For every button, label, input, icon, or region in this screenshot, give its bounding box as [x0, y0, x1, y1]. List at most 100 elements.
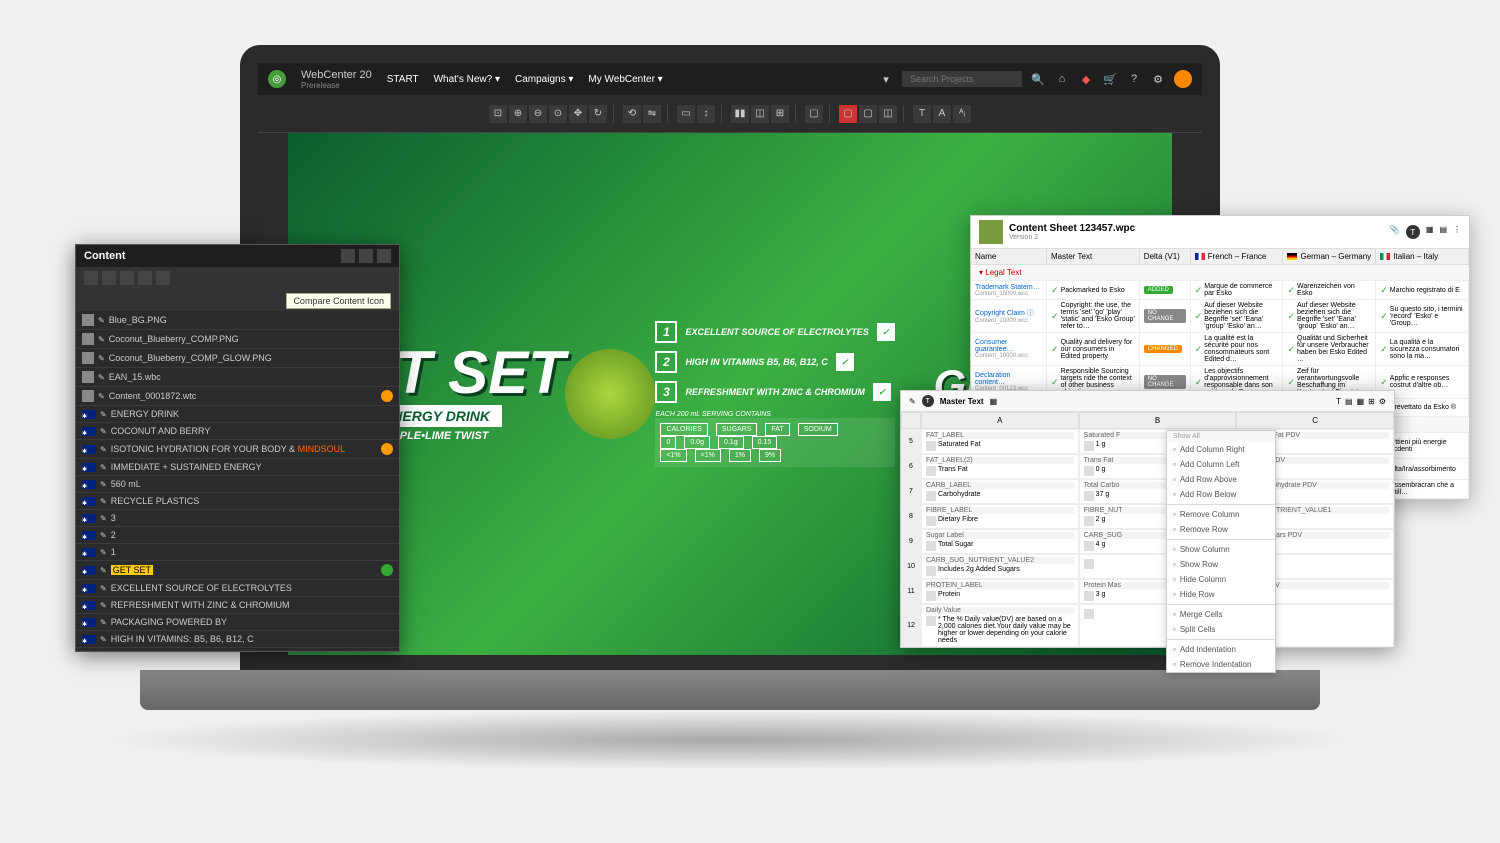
ctx-show-row[interactable]: ▫Show Row [1167, 557, 1275, 572]
edit-icon[interactable] [926, 541, 936, 551]
section-legal[interactable]: ▾ Legal Text [971, 265, 1469, 281]
sheet-row[interactable]: Consumer guarantee…Content_10000.wcc ✓Qu… [971, 333, 1469, 366]
ctx-merge-cells[interactable]: ▫Merge Cells [1167, 607, 1275, 622]
content-row[interactable]: ✱✎2 [76, 527, 399, 544]
zoom-out-icon[interactable]: ⊖ [529, 105, 547, 123]
cell[interactable]: CARB_LABELCarbohydrate [921, 479, 1079, 504]
ctx-remove-column[interactable]: ▫Remove Column [1167, 507, 1275, 522]
filter-icon[interactable] [359, 249, 373, 263]
content-row[interactable]: ✱✎PACKAGING POWERED BY [76, 614, 399, 631]
save-icon[interactable] [341, 249, 355, 263]
search-icon[interactable]: 🔍 [1030, 71, 1046, 87]
edit-icon[interactable] [926, 516, 936, 526]
content-row[interactable]: ✱✎REFRESHMENT WITH ZINC & CHROMIUM [76, 597, 399, 614]
ctx-hide-column[interactable]: ▫Hide Column [1167, 572, 1275, 587]
content-row[interactable]: ✎EAN_15.wbc [76, 368, 399, 387]
search-input[interactable] [902, 71, 1022, 87]
table-view-icon[interactable]: ▦ [990, 397, 998, 406]
edit-icon[interactable] [1084, 516, 1094, 526]
attach-icon[interactable]: 📎 [1390, 225, 1400, 239]
ruler-icon[interactable]: ▭ [677, 105, 695, 123]
avatar[interactable] [1174, 70, 1192, 88]
split-icon[interactable]: ⊞ [771, 105, 789, 123]
pan-icon[interactable]: ✥ [569, 105, 587, 123]
content-row[interactable]: ✱✎560 mL [76, 476, 399, 493]
rotate-icon[interactable]: ⟲ [623, 105, 641, 123]
content-row[interactable]: ✱✎HIGH IN VITAMINS: B5, B6, B12, C [76, 631, 399, 648]
nav-start[interactable]: START [387, 74, 419, 85]
edit-icon[interactable] [926, 466, 936, 476]
dynamic2-icon[interactable]: ▢ [859, 105, 877, 123]
box-icon[interactable] [138, 271, 152, 285]
nav-whatsnew[interactable]: What's New? ▾ [434, 74, 500, 85]
refresh-icon[interactable]: ↻ [589, 105, 607, 123]
tool3-icon[interactable]: ▦ [1357, 397, 1365, 406]
view2-icon[interactable]: ▤ [1439, 225, 1447, 239]
edit-icon[interactable]: ✎ [909, 397, 916, 406]
edit-icon[interactable] [926, 566, 936, 576]
settings-icon[interactable] [84, 271, 98, 285]
cart-icon[interactable]: 🛒 [1102, 71, 1118, 87]
edit-icon[interactable] [1084, 559, 1094, 569]
nav-mywebcenter[interactable]: My WebCenter ▾ [588, 74, 662, 85]
annotate-icon[interactable]: ▢ [805, 105, 823, 123]
tool2-icon[interactable]: ▤ [1345, 397, 1353, 406]
edit-icon[interactable] [1084, 591, 1094, 601]
sheet-row[interactable]: Trademark Statem…Content_10000.wcc ✓Pack… [971, 281, 1469, 300]
content-row[interactable]: ✱✎GET SET [76, 561, 399, 580]
dropdown-icon[interactable]: ▾ [878, 71, 894, 87]
col-b[interactable]: B [1079, 412, 1237, 429]
cell[interactable]: FAT_LABEL(2)Trans Fat [921, 454, 1079, 479]
ctx-add-indentation[interactable]: ▫Add Indentation [1167, 642, 1275, 657]
expand-icon[interactable] [377, 249, 391, 263]
ctx-remove-indentation[interactable]: ▫Remove Indentation [1167, 657, 1275, 672]
grid-icon[interactable] [156, 271, 170, 285]
edit-icon[interactable] [1084, 609, 1094, 619]
edit-icon[interactable] [926, 616, 936, 626]
help-icon[interactable]: ? [1126, 71, 1142, 87]
ctx-add-column-right[interactable]: ▫Add Column Right [1167, 442, 1275, 457]
col-fr[interactable]: French – France [1191, 249, 1284, 264]
nav-campaigns[interactable]: Campaigns ▾ [515, 74, 573, 85]
menu-icon[interactable]: ⋮ [1453, 225, 1461, 239]
edit-icon[interactable] [926, 441, 936, 451]
content-row[interactable]: ✱✎RECYCLE PLASTICS [76, 493, 399, 510]
view1-icon[interactable]: ▦ [1426, 225, 1434, 239]
ctx-add-row-below[interactable]: ▫Add Row Below [1167, 487, 1275, 502]
dynamic3-icon[interactable]: ◫ [879, 105, 897, 123]
col-delta[interactable]: Delta (V1) [1140, 249, 1191, 264]
content-row[interactable]: ✎Content_0001872.wtc [76, 387, 399, 406]
font-icon[interactable]: A [933, 105, 951, 123]
tool4-icon[interactable]: ⊞ [1368, 397, 1375, 406]
tool5-icon[interactable]: ⚙ [1379, 397, 1386, 406]
cell[interactable]: Sugar LabelTotal Sugar [921, 529, 1079, 554]
content-row[interactable]: ✱✎EXCELLENT SOURCE OF ELECTROLYTES [76, 580, 399, 597]
content-row[interactable]: ✱✎1 [76, 544, 399, 561]
edit-icon[interactable] [1084, 441, 1094, 451]
diff-icon[interactable]: ◫ [751, 105, 769, 123]
zoom-in-icon[interactable]: ⊕ [509, 105, 527, 123]
cell[interactable]: FIBRE_LABELDietary Fibre [921, 504, 1079, 529]
content-row[interactable]: ✱✎ISOTONIC HYDRATION FOR YOUR BODY & MIN… [76, 440, 399, 459]
zoom-fit-icon[interactable]: ⊡ [489, 105, 507, 123]
content-row[interactable]: ✎Coconut_Blueberry_COMP_GLOW.PNG [76, 349, 399, 368]
edit-icon[interactable] [926, 491, 936, 501]
font2-icon[interactable]: ᴬᵢ [953, 105, 971, 123]
content-row[interactable]: ✱✎3 [76, 510, 399, 527]
tool1-icon[interactable]: T [1336, 397, 1341, 406]
measure-icon[interactable]: ↕ [697, 105, 715, 123]
flag-icon[interactable] [120, 271, 134, 285]
sheet-row[interactable]: Copyright Claim ⓘContent_10000.wcc ✓Copy… [971, 300, 1469, 333]
cell[interactable]: FAT_LABELSaturated Fat [921, 429, 1079, 454]
col-it[interactable]: Italian – Italy [1376, 249, 1469, 264]
col-c[interactable]: C [1236, 412, 1394, 429]
content-row[interactable]: ✱✎IMMEDIATE + SUSTAINED ENERGY [76, 459, 399, 476]
edit-icon[interactable] [1084, 541, 1094, 551]
content-row[interactable]: ✱✎EACH 200 mL SERVING CONTAINS: [76, 648, 399, 651]
ctx-add-row-above[interactable]: ▫Add Row Above [1167, 472, 1275, 487]
notification-icon[interactable]: ◆ [1078, 71, 1094, 87]
text-icon[interactable] [102, 271, 116, 285]
ctx-show-column[interactable]: ▫Show Column [1167, 542, 1275, 557]
edit-icon[interactable] [1084, 491, 1094, 501]
cell[interactable]: Daily Value* The % Daily value(DV) are b… [921, 604, 1079, 647]
